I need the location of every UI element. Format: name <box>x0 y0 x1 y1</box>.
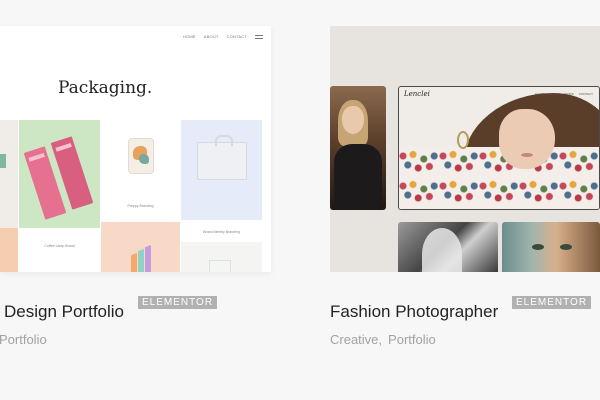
floral-dress-pattern <box>399 147 599 209</box>
veil-shape <box>422 228 462 272</box>
bride-photo <box>398 222 498 272</box>
face-shape <box>342 106 364 134</box>
preview-nav-item: HOME <box>182 34 196 39</box>
elementor-badge: ELEMENTOR <box>512 296 592 309</box>
model-photo <box>330 86 386 210</box>
preview-tile-caption: Coffee Lamp Brand <box>19 228 100 260</box>
preview-nav-item: HOME <box>535 92 545 96</box>
preview-tile-caption: Brand Identity Branding <box>181 220 262 240</box>
template-title[interactable]: Fashion Photographer <box>330 302 498 322</box>
hero-photo: Lenclei HOME ABOUT WORK CONTACT <box>398 86 600 210</box>
portrait-photo <box>502 222 600 272</box>
preview-heading: Packaging. <box>58 78 153 98</box>
product-box-image <box>0 154 6 168</box>
product-bag-image <box>197 135 247 180</box>
preview-tile <box>0 228 18 272</box>
preview-nav-item: CONTACT <box>226 34 247 39</box>
coat-shape <box>334 144 382 210</box>
hamburger-icon <box>255 34 263 39</box>
eye-shape <box>560 244 572 250</box>
tag-link[interactable]: Creative <box>330 332 378 347</box>
template-card-design-portfolio-preview[interactable]: HOME ABOUT CONTACT Packaging. Preppy Bra… <box>0 26 271 272</box>
preview-tile <box>101 120 180 200</box>
preview-tile <box>181 242 262 272</box>
preview-nav: HOME ABOUT WORK CONTACT <box>535 92 593 96</box>
template-title[interactable]: Design Portfolio <box>4 302 124 322</box>
preview-logo: Lenclei <box>404 90 430 98</box>
preview-tile <box>181 120 262 220</box>
template-tags: Creative, Portfolio <box>330 332 436 347</box>
preview-nav: HOME ABOUT CONTACT <box>183 34 263 39</box>
tag-link[interactable]: Portfolio <box>0 332 47 347</box>
preview-nav-item: CONTACT <box>578 92 593 96</box>
elementor-badge: ELEMENTOR <box>138 296 218 309</box>
product-tube-image <box>209 260 231 272</box>
preview-grid: Preppy Branding Brand Identity Branding … <box>0 120 262 272</box>
preview-tile <box>19 260 100 272</box>
preview-tile <box>19 120 100 228</box>
lip-shape <box>521 153 533 157</box>
preview-nav-item: ABOUT <box>549 92 560 96</box>
tag-link[interactable]: Portfolio <box>388 332 436 347</box>
product-can-image <box>128 138 154 174</box>
eye-shape <box>532 244 544 250</box>
template-card-fashion-photographer-preview[interactable]: Lenclei HOME ABOUT WORK CONTACT <box>330 26 600 272</box>
preview-tile <box>0 120 18 228</box>
earring-shape <box>457 131 469 149</box>
preview-tile-caption: Preppy Branding <box>101 200 180 220</box>
preview-tile <box>101 222 180 272</box>
tag-separator: , <box>378 332 383 347</box>
preview-nav-item: WORK <box>564 92 574 96</box>
preview-nav-item: ABOUT <box>203 34 219 39</box>
template-tags: Portfolio <box>0 332 47 347</box>
face-shape <box>499 109 555 169</box>
